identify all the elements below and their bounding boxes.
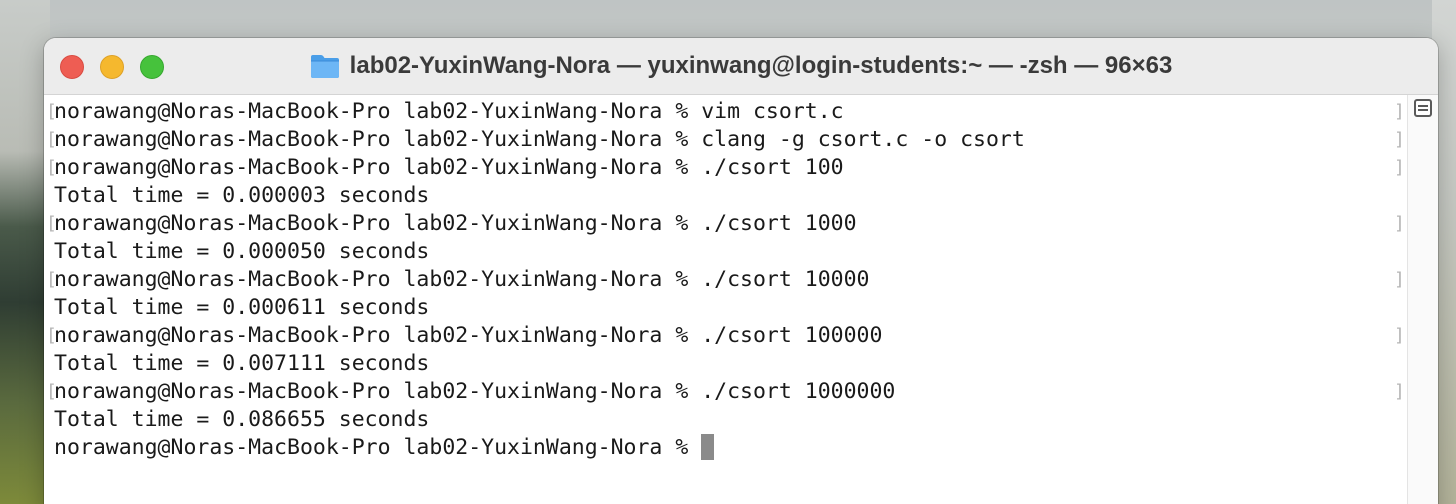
terminal-output[interactable]: [norawang@Noras-MacBook-Pro lab02-YuxinW…: [46, 98, 1406, 462]
terminal-window: lab02-YuxinWang-Nora — yuxinwang@login-s…: [44, 38, 1438, 504]
window-title: lab02-YuxinWang-Nora — yuxinwang@login-s…: [349, 52, 1173, 79]
text-cursor: [701, 434, 715, 460]
line-text: Total time = 0.000050 seconds: [54, 239, 430, 264]
command-line[interactable]: [norawang@Noras-MacBook-Pro lab02-YuxinW…: [46, 154, 1406, 182]
prompt-text: norawang@Noras-MacBook-Pro lab02-YuxinWa…: [54, 435, 702, 460]
line-mark-right: ]: [1394, 101, 1405, 122]
command-line[interactable]: [norawang@Noras-MacBook-Pro lab02-YuxinW…: [46, 98, 1406, 126]
output-line[interactable]: Total time = 0.086655 seconds: [54, 406, 1406, 434]
line-text: norawang@Noras-MacBook-Pro lab02-YuxinWa…: [54, 127, 1025, 152]
line-text: Total time = 0.007111 seconds: [54, 351, 430, 376]
line-text: norawang@Noras-MacBook-Pro lab02-YuxinWa…: [54, 267, 870, 292]
prompt-line[interactable]: norawang@Noras-MacBook-Pro lab02-YuxinWa…: [54, 434, 1406, 462]
command-line[interactable]: [norawang@Noras-MacBook-Pro lab02-YuxinW…: [46, 378, 1406, 406]
terminal-content[interactable]: [norawang@Noras-MacBook-Pro lab02-YuxinW…: [44, 95, 1438, 504]
line-text: Total time = 0.086655 seconds: [54, 407, 430, 432]
split-pane-icon[interactable]: [1414, 99, 1432, 117]
line-text: Total time = 0.000003 seconds: [54, 183, 430, 208]
line-mark-right: ]: [1394, 157, 1405, 178]
line-mark-right: ]: [1394, 381, 1405, 402]
line-mark-right: ]: [1394, 325, 1405, 346]
scrollbar[interactable]: [1407, 95, 1438, 504]
output-line[interactable]: Total time = 0.000611 seconds: [54, 294, 1406, 322]
command-line[interactable]: [norawang@Noras-MacBook-Pro lab02-YuxinW…: [46, 126, 1406, 154]
output-line[interactable]: Total time = 0.000003 seconds: [54, 182, 1406, 210]
prompt-text-wrap: norawang@Noras-MacBook-Pro lab02-YuxinWa…: [54, 434, 715, 462]
desktop-wallpaper-left: [0, 0, 50, 504]
window-title-group: lab02-YuxinWang-Nora — yuxinwang@login-s…: [44, 38, 1438, 94]
line-text: norawang@Noras-MacBook-Pro lab02-YuxinWa…: [54, 379, 896, 404]
command-line[interactable]: [norawang@Noras-MacBook-Pro lab02-YuxinW…: [46, 266, 1406, 294]
folder-icon: [310, 55, 339, 78]
line-mark-right: ]: [1394, 269, 1405, 290]
line-text: Total time = 0.000611 seconds: [54, 295, 430, 320]
line-mark-right: ]: [1394, 213, 1405, 234]
line-text: norawang@Noras-MacBook-Pro lab02-YuxinWa…: [54, 155, 844, 180]
title-bar[interactable]: lab02-YuxinWang-Nora — yuxinwang@login-s…: [44, 38, 1438, 95]
command-line[interactable]: [norawang@Noras-MacBook-Pro lab02-YuxinW…: [46, 210, 1406, 238]
line-mark-right: ]: [1394, 129, 1405, 150]
line-text: norawang@Noras-MacBook-Pro lab02-YuxinWa…: [54, 99, 844, 124]
output-line[interactable]: Total time = 0.007111 seconds: [54, 350, 1406, 378]
line-text: norawang@Noras-MacBook-Pro lab02-YuxinWa…: [54, 211, 857, 236]
line-text: norawang@Noras-MacBook-Pro lab02-YuxinWa…: [54, 323, 883, 348]
command-line[interactable]: [norawang@Noras-MacBook-Pro lab02-YuxinW…: [46, 322, 1406, 350]
output-line[interactable]: Total time = 0.000050 seconds: [54, 238, 1406, 266]
